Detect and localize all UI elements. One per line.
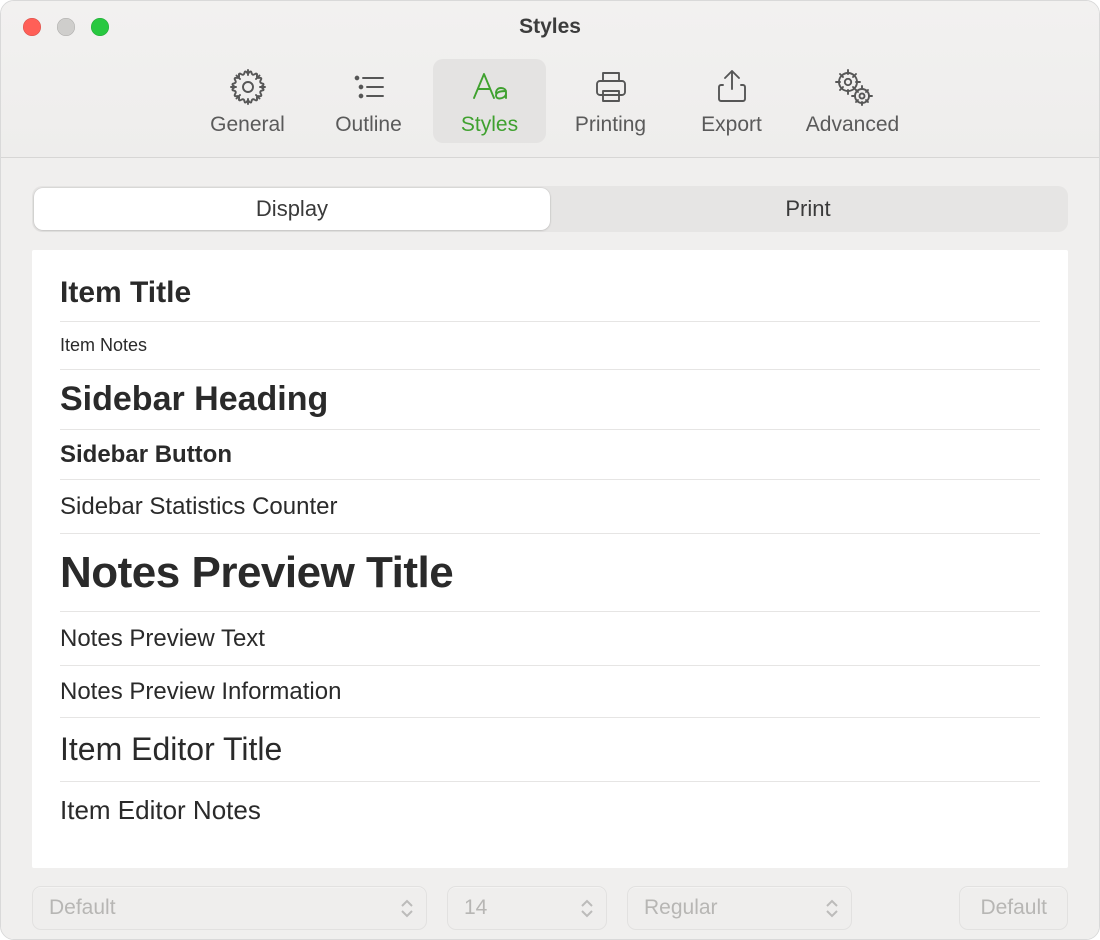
tab-label: General xyxy=(210,113,285,137)
tab-label: Styles xyxy=(461,113,518,137)
close-window-button[interactable] xyxy=(23,18,41,36)
gears-icon xyxy=(833,67,873,107)
style-label: Item Notes xyxy=(60,335,147,356)
tab-advanced[interactable]: Advanced xyxy=(796,59,909,143)
tab-label: Outline xyxy=(335,113,402,137)
tab-styles[interactable]: Styles xyxy=(433,59,546,143)
typography-icon xyxy=(470,67,510,107)
font-size-popup[interactable]: 14 xyxy=(447,886,607,930)
popup-value: 14 xyxy=(464,896,487,920)
tab-label: Advanced xyxy=(806,113,899,137)
style-row-item-editor-notes[interactable]: Item Editor Notes xyxy=(60,782,1040,838)
titlebar: Styles xyxy=(1,1,1099,53)
style-label: Notes Preview Information xyxy=(60,678,341,706)
window-title: Styles xyxy=(1,15,1099,39)
font-weight-popup[interactable]: Regular xyxy=(627,886,852,930)
stepper-icon xyxy=(825,887,841,929)
style-row-sidebar-statistics[interactable]: Sidebar Statistics Counter xyxy=(60,480,1040,534)
stepper-icon xyxy=(580,887,596,929)
preferences-toolbar: General Outline Styles Printing xyxy=(1,53,1099,157)
style-label: Notes Preview Text xyxy=(60,625,265,653)
style-label: Item Title xyxy=(60,276,191,310)
styles-list: Item Title Item Notes Sidebar Heading Si… xyxy=(32,250,1068,868)
preferences-window: Styles General Outline Styles xyxy=(0,0,1100,940)
popup-value: Default xyxy=(49,896,116,920)
tab-label: Printing xyxy=(575,113,646,137)
style-label: Item Editor Title xyxy=(60,731,282,768)
bottom-controls: Default 14 Regular xyxy=(32,886,1068,930)
preferences-body: Display Print Item Title Item Notes Side… xyxy=(1,158,1099,940)
tab-outline[interactable]: Outline xyxy=(312,59,425,143)
popup-value: Regular xyxy=(644,896,718,920)
segment-display[interactable]: Display xyxy=(34,188,550,230)
style-row-notes-preview-info[interactable]: Notes Preview Information xyxy=(60,666,1040,718)
style-row-sidebar-button[interactable]: Sidebar Button xyxy=(60,430,1040,480)
tab-label: Export xyxy=(701,113,762,137)
segment-print[interactable]: Print xyxy=(550,188,1066,230)
style-label: Item Editor Notes xyxy=(60,795,261,826)
style-row-item-notes[interactable]: Item Notes xyxy=(60,322,1040,370)
style-label: Notes Preview Title xyxy=(60,548,453,598)
window-chrome: Styles General Outline Styles xyxy=(1,1,1099,158)
style-row-sidebar-heading[interactable]: Sidebar Heading xyxy=(60,370,1040,430)
style-row-notes-preview-title[interactable]: Notes Preview Title xyxy=(60,534,1040,612)
display-print-segmented: Display Print xyxy=(32,186,1068,232)
zoom-window-button[interactable] xyxy=(91,18,109,36)
gear-icon xyxy=(228,67,268,107)
style-label: Sidebar Button xyxy=(60,441,232,469)
font-family-popup[interactable]: Default xyxy=(32,886,427,930)
tab-export[interactable]: Export xyxy=(675,59,788,143)
style-label: Sidebar Statistics Counter xyxy=(60,493,337,521)
style-row-item-editor-title[interactable]: Item Editor Title xyxy=(60,718,1040,782)
stepper-icon xyxy=(400,887,416,929)
style-label: Sidebar Heading xyxy=(60,380,328,419)
style-row-notes-preview-text[interactable]: Notes Preview Text xyxy=(60,612,1040,666)
reset-default-button[interactable]: Default xyxy=(959,886,1068,930)
share-icon xyxy=(712,67,752,107)
minimize-window-button[interactable] xyxy=(57,18,75,36)
style-row-item-title[interactable]: Item Title xyxy=(60,264,1040,322)
outline-icon xyxy=(349,67,389,107)
printer-icon xyxy=(591,67,631,107)
tab-printing[interactable]: Printing xyxy=(554,59,667,143)
button-label: Default xyxy=(980,896,1047,920)
tab-general[interactable]: General xyxy=(191,59,304,143)
traffic-lights xyxy=(1,18,109,36)
